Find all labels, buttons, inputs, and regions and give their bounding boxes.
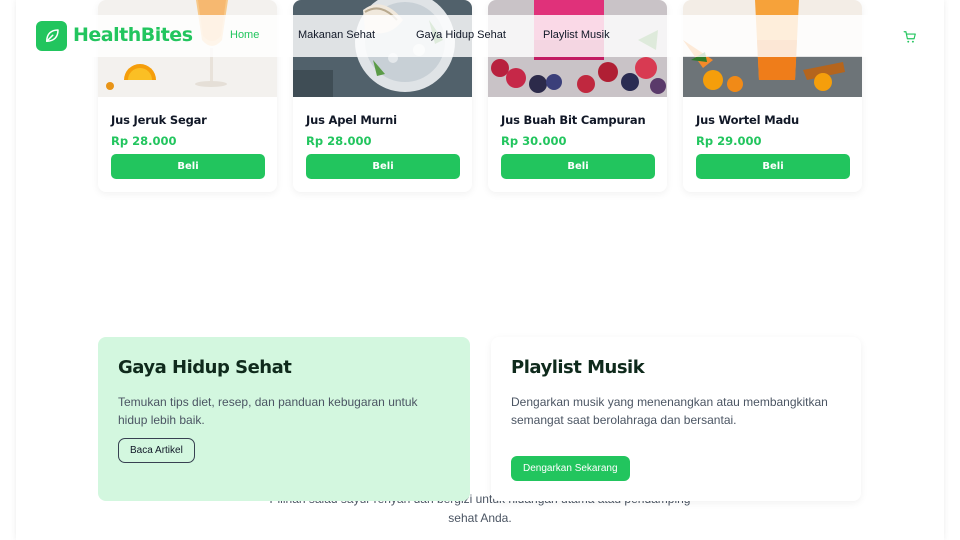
product-name: Jus Jeruk Segar — [111, 113, 207, 127]
buy-button[interactable]: Beli — [501, 154, 655, 179]
buy-button[interactable]: Beli — [111, 154, 265, 179]
playlist-title: Playlist Musik — [511, 357, 645, 378]
cart-button[interactable] — [903, 29, 917, 43]
buy-button[interactable]: Beli — [306, 154, 460, 179]
playlist-description: Dengarkan musik yang menenangkan atau me… — [511, 395, 828, 427]
product-name: Jus Buah Bit Campuran — [501, 113, 646, 127]
read-article-button[interactable]: Baca Artikel — [118, 438, 195, 463]
product-price: Rp 29.000 — [696, 134, 762, 148]
product-price: Rp 28.000 — [306, 134, 372, 148]
lifestyle-title: Gaya Hidup Sehat — [118, 357, 292, 378]
product-name: Jus Wortel Madu — [696, 113, 800, 127]
cart-icon — [903, 31, 916, 43]
listen-now-button[interactable]: Dengarkan Sekarang — [511, 456, 630, 481]
buy-button[interactable]: Beli — [696, 154, 850, 179]
nav-gaya-hidup-sehat[interactable]: Gaya Hidup Sehat — [416, 29, 506, 41]
lifestyle-card: Gaya Hidup Sehat Temukan tips diet, rese… — [98, 337, 470, 501]
lifestyle-description: Temukan tips diet, resep, dan panduan ke… — [118, 395, 418, 427]
leaf-icon — [45, 29, 59, 42]
playlist-card: Playlist Musik Dengarkan musik yang mene… — [491, 337, 861, 501]
product-price: Rp 30.000 — [501, 134, 567, 148]
nav-makanan-sehat[interactable]: Makanan Sehat — [298, 29, 375, 41]
brand-name[interactable]: HealthBites — [73, 24, 193, 46]
nav-home[interactable]: Home — [230, 29, 259, 41]
nav-playlist-musik[interactable]: Playlist Musik — [543, 29, 610, 41]
logo[interactable] — [36, 21, 67, 51]
product-price: Rp 28.000 — [111, 134, 177, 148]
product-name: Jus Apel Murni — [306, 113, 397, 127]
